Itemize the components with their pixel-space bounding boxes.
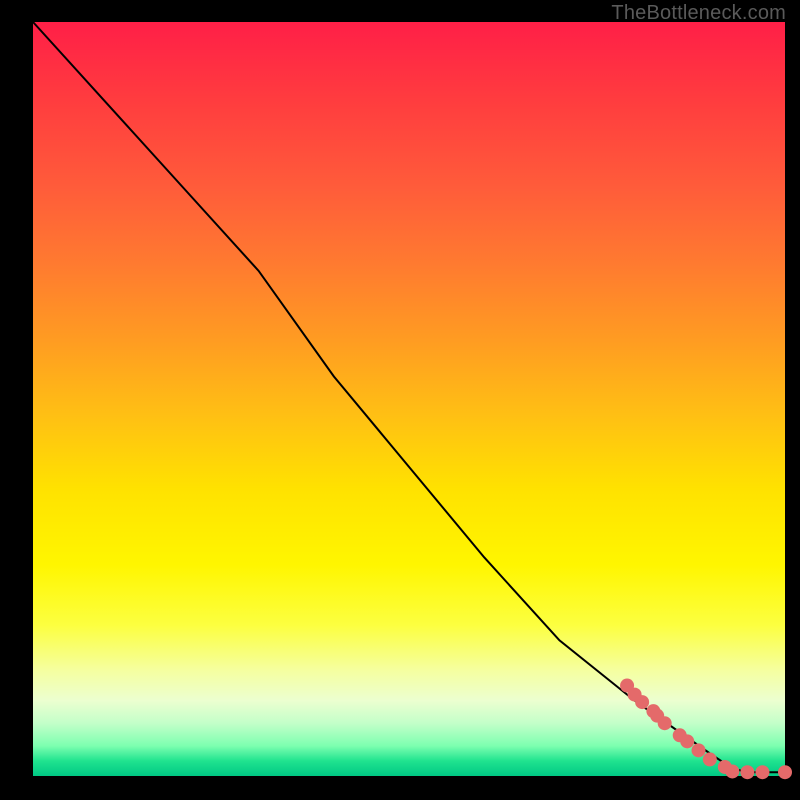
chart-stage: TheBottleneck.com <box>0 0 800 800</box>
data-point <box>692 743 706 757</box>
data-point <box>680 734 694 748</box>
curve-path <box>33 22 785 772</box>
data-point <box>703 752 717 766</box>
data-point <box>755 765 769 779</box>
data-point <box>725 764 739 778</box>
chart-overlay <box>33 22 785 776</box>
data-point <box>740 765 754 779</box>
data-point <box>658 716 672 730</box>
line-series <box>33 22 785 772</box>
data-point <box>778 765 792 779</box>
scatter-series <box>620 679 792 780</box>
data-point <box>635 695 649 709</box>
